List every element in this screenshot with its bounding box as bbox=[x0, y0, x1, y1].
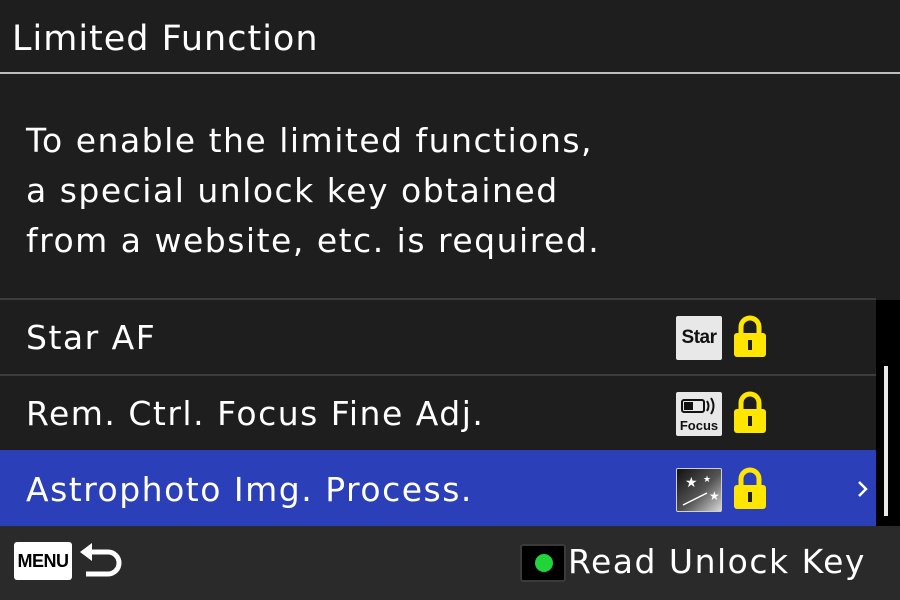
list-item-star-af[interactable]: Star AF Star bbox=[0, 298, 876, 374]
list-item-astrophoto[interactable]: Astrophoto Img. Process. ★ ★ ★ bbox=[0, 450, 876, 526]
star-af-icon: Star bbox=[676, 316, 722, 360]
list-item-label: Rem. Ctrl. Focus Fine Adj. bbox=[26, 394, 485, 433]
lock-icon bbox=[734, 467, 766, 509]
footer-bar: MENU Read Unlock Key bbox=[0, 526, 900, 600]
green-dot bbox=[535, 554, 553, 572]
green-button-icon[interactable] bbox=[520, 544, 566, 582]
scrollbar-thumb[interactable] bbox=[884, 366, 888, 516]
back-arrow-icon[interactable] bbox=[78, 540, 126, 582]
svg-text:★: ★ bbox=[709, 489, 720, 503]
lock-icon bbox=[734, 315, 766, 357]
chevron-right-icon bbox=[858, 481, 868, 497]
remote-focus-icon: Focus bbox=[676, 392, 722, 436]
message-line-3: from a website, etc. is required. bbox=[26, 221, 601, 260]
function-list: Star AF Star Rem. Ctrl. Focus Fine Adj. … bbox=[0, 298, 876, 526]
scrollbar[interactable] bbox=[876, 300, 900, 526]
limited-function-screen: Limited Function To enable the limited f… bbox=[0, 0, 900, 600]
list-item-label: Star AF bbox=[26, 318, 157, 357]
title-bar: Limited Function bbox=[0, 0, 900, 74]
message-line-2: a special unlock key obtained bbox=[26, 171, 559, 210]
lock-icon bbox=[734, 391, 766, 433]
svg-text:★: ★ bbox=[703, 475, 711, 485]
info-message: To enable the limited functions, a speci… bbox=[26, 116, 600, 266]
svg-text:★: ★ bbox=[685, 475, 698, 491]
message-line-1: To enable the limited functions, bbox=[26, 121, 594, 160]
title-divider bbox=[0, 72, 900, 74]
list-item-rem-ctrl-focus[interactable]: Rem. Ctrl. Focus Fine Adj. Focus bbox=[0, 374, 876, 450]
remote-focus-icon-text: Focus bbox=[680, 418, 718, 433]
list-item-label: Astrophoto Img. Process. bbox=[26, 470, 473, 509]
astrophoto-icon: ★ ★ ★ bbox=[676, 468, 722, 512]
menu-button[interactable]: MENU bbox=[14, 542, 72, 580]
page-title: Limited Function bbox=[12, 19, 319, 59]
read-unlock-key-label[interactable]: Read Unlock Key bbox=[568, 542, 866, 582]
